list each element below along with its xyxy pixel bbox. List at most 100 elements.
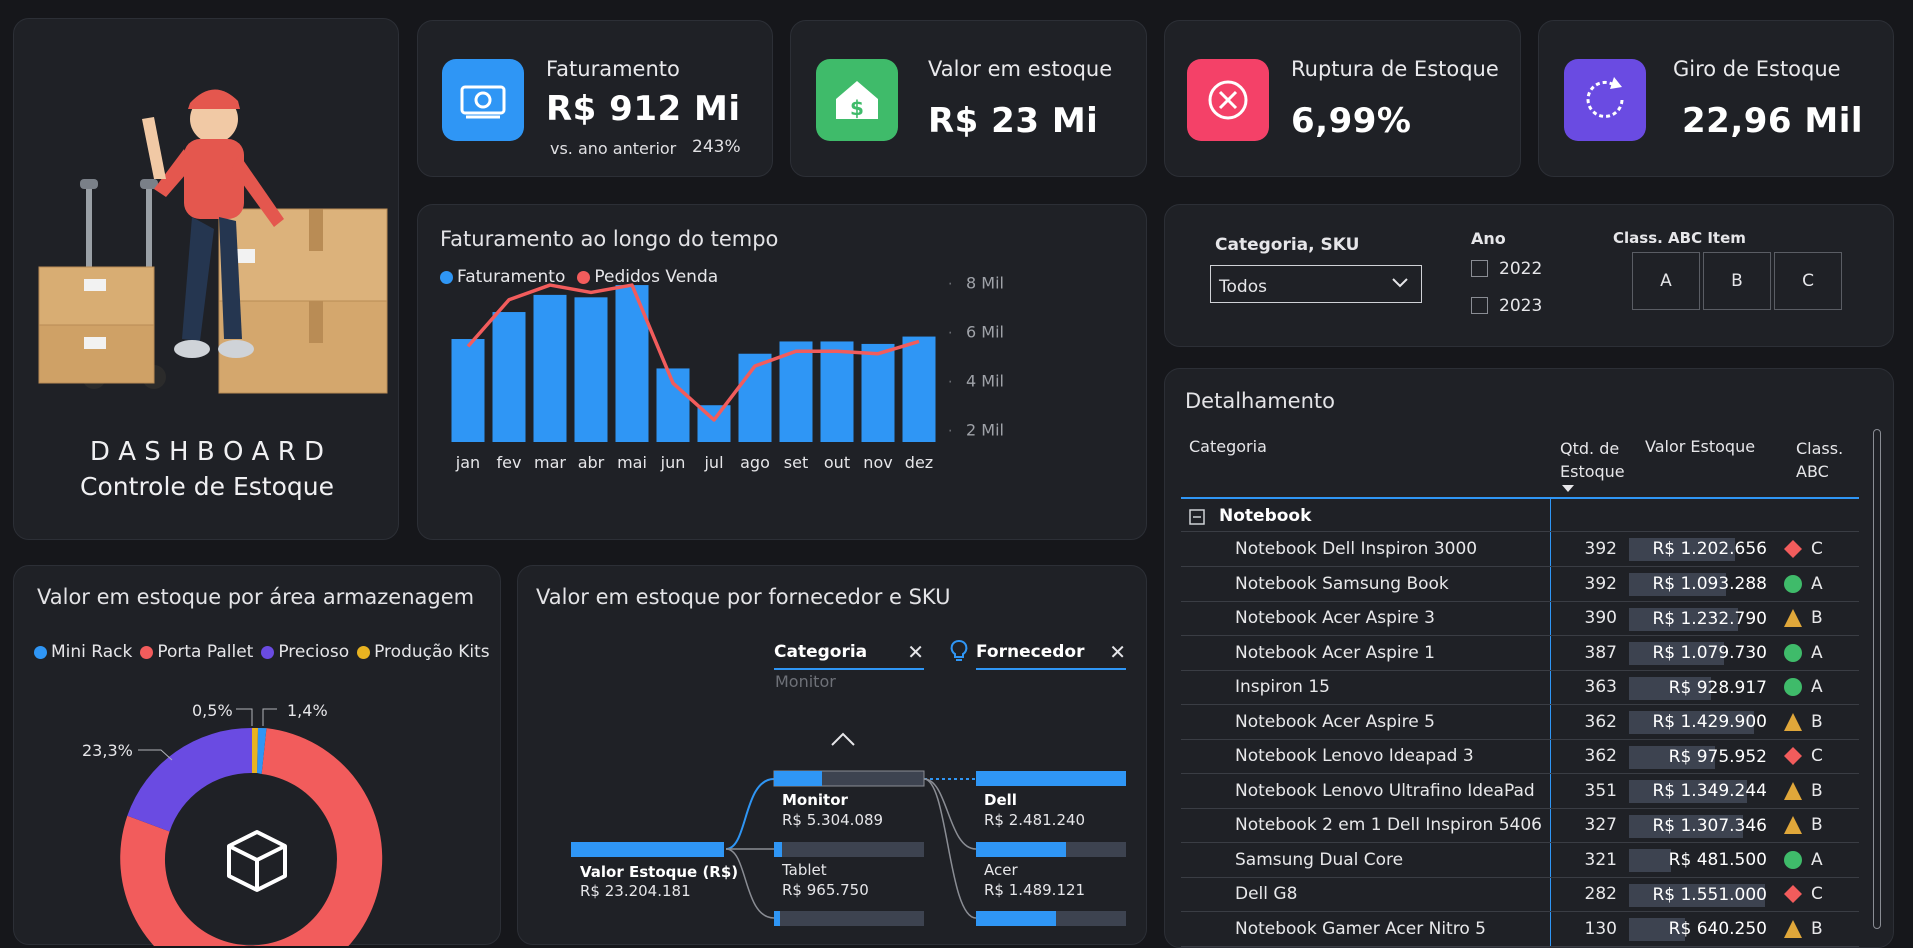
group-row-notebook[interactable]: Notebook [1181, 500, 1859, 532]
tree-dell-bar [976, 771, 1126, 786]
row-abc: A [1775, 635, 1859, 671]
donut-label: 0,5% [192, 701, 233, 720]
header-qty[interactable]: Qtd. de Estoque [1560, 437, 1625, 492]
table-row[interactable]: Notebook 2 em 1 Dell Inspiron 5406 327 R$ … [1181, 808, 1859, 843]
abc-class: B [1811, 918, 1823, 939]
x-tick-label: abr [578, 453, 605, 472]
year-checkbox-2022[interactable] [1471, 260, 1488, 277]
table-row[interactable]: Dell G8 282 R$ 1.551.000 C [1181, 877, 1859, 912]
category-dropdown[interactable]: Todos [1210, 265, 1422, 303]
row-category: Notebook Samsung Book [1181, 566, 1550, 602]
table-row[interactable]: Notebook Dell Inspiron 3000 392 R$ 1.202.6… [1181, 532, 1859, 567]
supplier-tree-card: Valor em estoque por fornecedor e SKU Ca… [517, 565, 1147, 945]
header-value[interactable]: Valor Estoque [1645, 437, 1755, 456]
year-label: 2022 [1499, 259, 1543, 279]
bar-jan[interactable] [451, 339, 485, 442]
group-label: Notebook [1219, 506, 1312, 526]
abc-button-a[interactable]: A [1632, 252, 1700, 310]
row-qty: 130 [1550, 911, 1625, 947]
house-dollar-icon: $ [816, 59, 898, 141]
y-tick-mark: · [948, 277, 952, 293]
table-row[interactable]: Notebook Samsung Book 392 R$ 1.093.288 A [1181, 566, 1859, 602]
x-tick-label: jul [703, 453, 723, 472]
kpi-card-faturamento: Faturamento R$ 912 Mi vs. ano anterior 2… [417, 20, 773, 177]
abc-button-c[interactable]: C [1774, 252, 1842, 310]
row-value: R$ 1.429.900 [1625, 704, 1775, 740]
row-qty: 362 [1550, 704, 1625, 740]
revenue-chart: 2 Mil·4 Mil·6 Mil·8 Mil·jan fev mar abr mai j… [451, 274, 1004, 472]
y-tick-mark: · [948, 424, 952, 440]
bar-out[interactable] [820, 341, 854, 442]
tree-next-track [774, 911, 924, 926]
tree-next-bar [774, 911, 780, 926]
triangle-amber-icon [1784, 781, 1802, 800]
kpi-compare-label: vs. ano anterior [550, 139, 677, 158]
value-bar [1629, 849, 1671, 872]
tree-node-dell[interactable]: Dell R$ 2.481.240 [984, 791, 1085, 829]
bar-fev[interactable] [492, 312, 526, 442]
circle-green-icon [1784, 850, 1802, 869]
tree-node-monitor[interactable]: Monitor R$ 5.304.089 [782, 791, 883, 829]
table-row[interactable]: Inspiron 15 363 R$ 928.917 A [1181, 670, 1859, 705]
kpi-value: 22,96 Mil [1682, 101, 1864, 141]
bar-dez[interactable] [902, 336, 936, 442]
header-divider [1181, 497, 1859, 499]
x-tick-label: jun [660, 453, 686, 472]
header-abc-line1: Class. [1796, 439, 1844, 458]
row-abc: B [1775, 601, 1859, 636]
x-tick-label: nov [863, 453, 892, 472]
row-abc: B [1775, 911, 1859, 947]
row-abc: C [1775, 739, 1859, 774]
row-qty: 392 [1550, 532, 1625, 567]
tree-acer-bar [976, 842, 1066, 857]
tree-node-value: R$ 5.304.089 [782, 811, 884, 829]
detail-title: Detalhamento [1185, 389, 1335, 413]
tree-node-acer[interactable]: Acer R$ 1.489.121 [984, 861, 1085, 899]
collapse-icon[interactable] [1189, 509, 1205, 525]
bar-nov[interactable] [861, 343, 895, 442]
row-category: Notebook Lenovo Ideapad 3 [1181, 739, 1550, 774]
table-row[interactable]: Samsung Dual Core 321 R$ 481.500 A [1181, 842, 1859, 878]
row-value: R$ 640.250 [1625, 911, 1775, 947]
category-filter-label: Categoria, SKU [1215, 235, 1360, 255]
abc-button-b[interactable]: B [1703, 252, 1771, 310]
refresh-icon [1564, 59, 1646, 141]
table-row[interactable]: Notebook Acer Aspire 5 362 R$ 1.429.900 B [1181, 704, 1859, 740]
abc-class: B [1811, 608, 1823, 629]
header-abc[interactable]: Class. ABC [1796, 437, 1843, 483]
kpi-value: R$ 912 Mi [546, 89, 741, 129]
x-tick-label: out [824, 453, 850, 472]
value-text: R$ 1.079.730 [1652, 643, 1767, 663]
value-text: R$ 1.307.346 [1652, 815, 1767, 836]
kpi-title: Ruptura de Estoque [1291, 57, 1499, 81]
box-icon [227, 830, 287, 892]
tree-node-tablet[interactable]: Tablet R$ 965.750 [782, 861, 869, 899]
abc-class: A [1811, 573, 1823, 594]
year-checkbox-2023[interactable] [1471, 297, 1488, 314]
table-row[interactable]: Notebook Acer Aspire 1 387 R$ 1.079.730 A [1181, 635, 1859, 671]
tree-monitor-bar [774, 771, 822, 786]
table-row[interactable]: Notebook Lenovo Ideapad 3 362 R$ 975.952 C [1181, 739, 1859, 774]
header-qty-line2: Estoque [1560, 462, 1625, 481]
category-dropdown-value: Todos [1219, 277, 1267, 297]
table-row[interactable]: Notebook Gamer Acer Nitro 5 130 R$ 640.250… [1181, 911, 1859, 947]
triangle-amber-icon [1784, 816, 1802, 835]
kpi-value: 6,99% [1291, 101, 1412, 141]
bar-mar[interactable] [533, 294, 567, 442]
tree-root-bar [571, 842, 724, 857]
bar-abr[interactable] [574, 297, 608, 442]
table-row[interactable]: Notebook Lenovo Ultrafino IdeaPad 351 R$ 1… [1181, 773, 1859, 809]
y-tick-mark: · [948, 326, 952, 342]
row-category: Dell G8 [1181, 877, 1550, 912]
kpi-value: R$ 23 Mi [928, 101, 1099, 141]
header-category[interactable]: Categoria [1189, 437, 1267, 456]
row-abc: A [1775, 670, 1859, 705]
diamond-red-icon [1784, 747, 1802, 766]
circle-green-icon [1784, 678, 1802, 697]
table-row[interactable]: Notebook Acer Aspire 3 390 R$ 1.232.790 B [1181, 601, 1859, 636]
row-abc: C [1775, 877, 1859, 912]
table-scrollbar[interactable] [1873, 429, 1881, 929]
donut-slice-producao-kits [252, 727, 258, 773]
kpi-title: Valor em estoque [928, 57, 1113, 81]
y-tick-label: 8 Mil [966, 274, 1004, 293]
